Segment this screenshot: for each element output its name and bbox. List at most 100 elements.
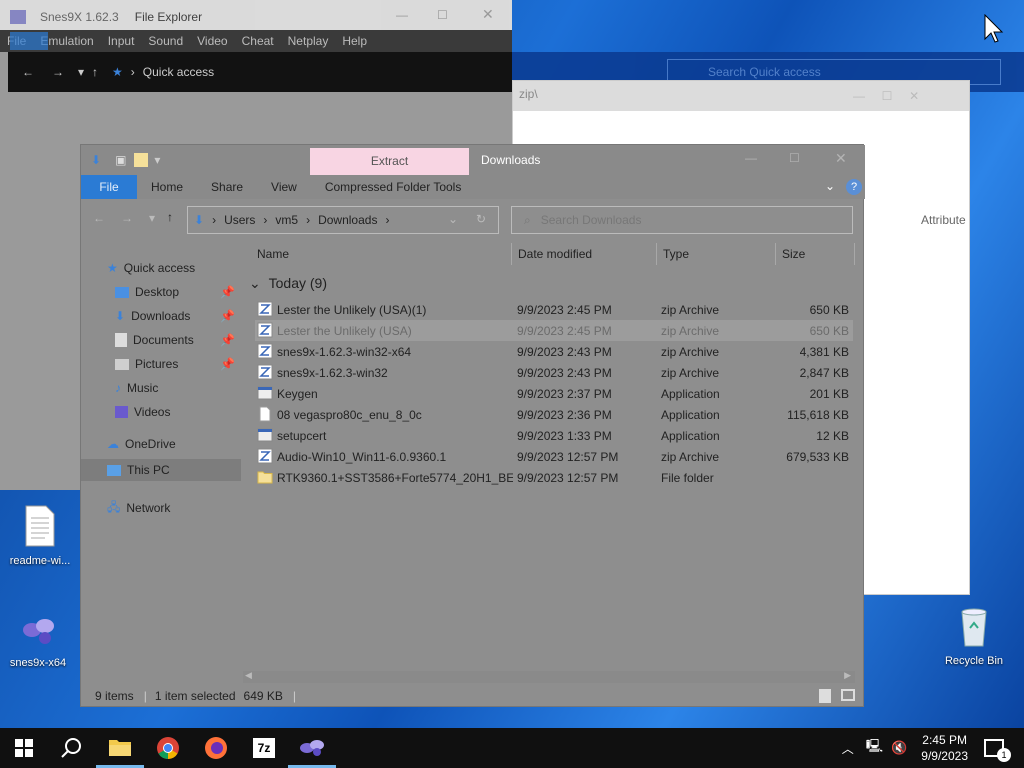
chevron-down-icon[interactable]: ▾: [78, 65, 84, 79]
nav-onedrive[interactable]: ☁ OneDrive: [107, 433, 176, 455]
scroll-right-icon[interactable]: ▶: [844, 670, 851, 681]
app-icon: [257, 427, 273, 446]
horizontal-scrollbar[interactable]: ◀ ▶: [243, 670, 855, 683]
search-input[interactable]: ⌕ Search Downloads: [511, 206, 853, 234]
address-bar[interactable]: ⬇ › Users › vm5 › Downloads › ⌄ ↻: [187, 206, 499, 234]
action-center-button[interactable]: 1: [984, 739, 1011, 762]
nav-quick-access[interactable]: ★ Quick access: [107, 257, 195, 279]
menu-netplay[interactable]: Netplay: [281, 34, 336, 48]
file-row[interactable]: setupcert 9/9/2023 1:33 PM Application 12 K…: [255, 425, 853, 446]
folder-icon: [109, 739, 131, 756]
status-selected: 1 item selected: [154, 689, 236, 703]
file-row[interactable]: Keygen 9/9/2023 2:37 PM Application 201 KB: [255, 383, 853, 404]
details-view-icon[interactable]: [819, 689, 831, 703]
taskbar-snes9x[interactable]: [288, 728, 336, 768]
nav-network[interactable]: 🖧 Network: [107, 497, 170, 519]
pin-icon: 📌: [220, 333, 235, 347]
notification-badge: 1: [997, 748, 1011, 762]
column-separator[interactable]: [656, 243, 657, 265]
file-row[interactable]: snes9x-1.62.3-win32 9/9/2023 2:43 PM zip A…: [255, 362, 853, 383]
nav-pictures[interactable]: Pictures 📌: [115, 353, 237, 375]
chevron-down-icon[interactable]: ⌄: [825, 179, 835, 193]
menu-help[interactable]: Help: [335, 34, 374, 48]
maximize-icon[interactable]: ☐: [789, 151, 800, 165]
desktop-icon-label: Recycle Bin: [944, 655, 1004, 667]
tab-home[interactable]: Home: [137, 175, 197, 199]
zip-icon: [257, 448, 273, 467]
menu-sound[interactable]: Sound: [141, 34, 190, 48]
nav-downloads[interactable]: ⬇ Downloads 📌: [115, 305, 237, 327]
taskbar-7zip[interactable]: 7z: [240, 728, 288, 768]
maximize-icon[interactable]: ☐: [437, 8, 448, 22]
menu-video[interactable]: Video: [190, 34, 234, 48]
menu-input[interactable]: Input: [101, 34, 142, 48]
refresh-icon[interactable]: ↻: [476, 212, 486, 226]
file-row[interactable]: snes9x-1.62.3-win32-x64 9/9/2023 2:43 PM z…: [255, 341, 853, 362]
properties-icon[interactable]: ▣: [115, 153, 126, 167]
file-row[interactable]: RTK9360.1+SST3586+Forte5774_20H1_BE 9/9/2…: [255, 467, 853, 488]
volume-muted-icon[interactable]: 🔇: [891, 740, 907, 756]
column-separator[interactable]: [854, 243, 855, 265]
close-icon[interactable]: ✕: [482, 6, 494, 23]
close-icon[interactable]: ✕: [835, 150, 847, 167]
back-arrow-icon[interactable]: ←: [22, 65, 34, 79]
tab-share[interactable]: Share: [197, 175, 257, 199]
pin-icon: 📌: [220, 285, 235, 299]
large-icons-view-icon[interactable]: [841, 689, 855, 701]
minimize-icon[interactable]: —: [745, 151, 757, 165]
window-title: Downloads: [481, 153, 541, 167]
file-row[interactable]: Audio-Win10_Win11-6.0.9360.1 9/9/2023 12:…: [255, 446, 853, 467]
taskbar-search-button[interactable]: [48, 728, 96, 768]
chevron-right-icon: ›: [263, 213, 268, 227]
taskbar-file-explorer[interactable]: [96, 728, 144, 768]
file-type: zip Archive: [661, 365, 720, 380]
quick-access-toolbar-icon[interactable]: ⬇: [91, 153, 101, 167]
breadcrumb-users[interactable]: Users: [224, 213, 255, 227]
column-separator[interactable]: [775, 243, 776, 265]
help-icon[interactable]: ?: [846, 179, 862, 195]
desktop-icon-recycle-bin[interactable]: Recycle Bin: [936, 604, 1012, 667]
clock[interactable]: 2:45 PM 9/9/2023: [921, 732, 968, 764]
desktop-icon-snes9x[interactable]: snes9x-x64: [0, 606, 76, 669]
file-row[interactable]: Lester the Unlikely (USA)(1) 9/9/2023 2:4…: [255, 299, 853, 320]
column-header-name[interactable]: Name: [257, 239, 289, 269]
clock-date: 9/9/2023: [921, 749, 968, 763]
extract-context-tab[interactable]: Extract: [310, 148, 469, 175]
scroll-left-icon[interactable]: ◀: [245, 670, 252, 681]
up-arrow-icon[interactable]: ↑: [167, 210, 173, 224]
group-header[interactable]: ⌄ Today (9): [249, 275, 327, 292]
column-header-size[interactable]: Size: [782, 239, 805, 269]
tab-compressed-folder-tools[interactable]: Compressed Folder Tools: [311, 175, 476, 199]
column-separator[interactable]: [511, 243, 512, 265]
tab-view[interactable]: View: [257, 175, 311, 199]
taskbar-chrome[interactable]: [144, 728, 192, 768]
forward-arrow-icon[interactable]: →: [121, 211, 133, 225]
menu-cheat[interactable]: Cheat: [235, 34, 281, 48]
minimize-icon[interactable]: —: [396, 8, 408, 22]
nav-desktop[interactable]: Desktop 📌: [115, 281, 237, 303]
nav-music[interactable]: ♪ Music: [115, 377, 158, 399]
column-header-type[interactable]: Type: [663, 239, 689, 269]
recent-locations-icon[interactable]: ▾: [149, 211, 155, 225]
file-row[interactable]: Lester the Unlikely (USA) 9/9/2023 2:45 P…: [255, 320, 853, 341]
nav-this-pc[interactable]: This PC: [81, 459, 241, 481]
desktop-icon-readme[interactable]: readme-wi...: [2, 504, 78, 567]
breadcrumb-downloads[interactable]: Downloads: [318, 213, 377, 227]
new-folder-icon[interactable]: [134, 153, 149, 167]
tab-file[interactable]: File: [81, 175, 137, 199]
taskbar-firefox[interactable]: [192, 728, 240, 768]
start-button[interactable]: [0, 728, 48, 768]
column-header-date[interactable]: Date modified: [518, 239, 592, 269]
file-row[interactable]: 08 vegaspro80c_enu_8_0c 9/9/2023 2:36 PM A…: [255, 404, 853, 425]
show-hidden-icons-icon[interactable]: ︿: [842, 740, 854, 757]
address-dropdown-icon[interactable]: ⌄: [448, 212, 458, 226]
breadcrumb-vm5[interactable]: vm5: [275, 213, 298, 227]
customize-toolbar-icon[interactable]: ▾: [154, 153, 160, 167]
forward-arrow-icon[interactable]: →: [52, 65, 64, 79]
back-arrow-icon[interactable]: ←: [93, 211, 105, 225]
nav-documents[interactable]: Documents 📌: [115, 329, 237, 351]
chevron-right-icon: ›: [212, 213, 217, 227]
nav-videos[interactable]: Videos: [115, 401, 170, 423]
up-arrow-icon[interactable]: ↑: [92, 65, 98, 79]
network-status-icon[interactable]: 🖳: [866, 737, 883, 759]
